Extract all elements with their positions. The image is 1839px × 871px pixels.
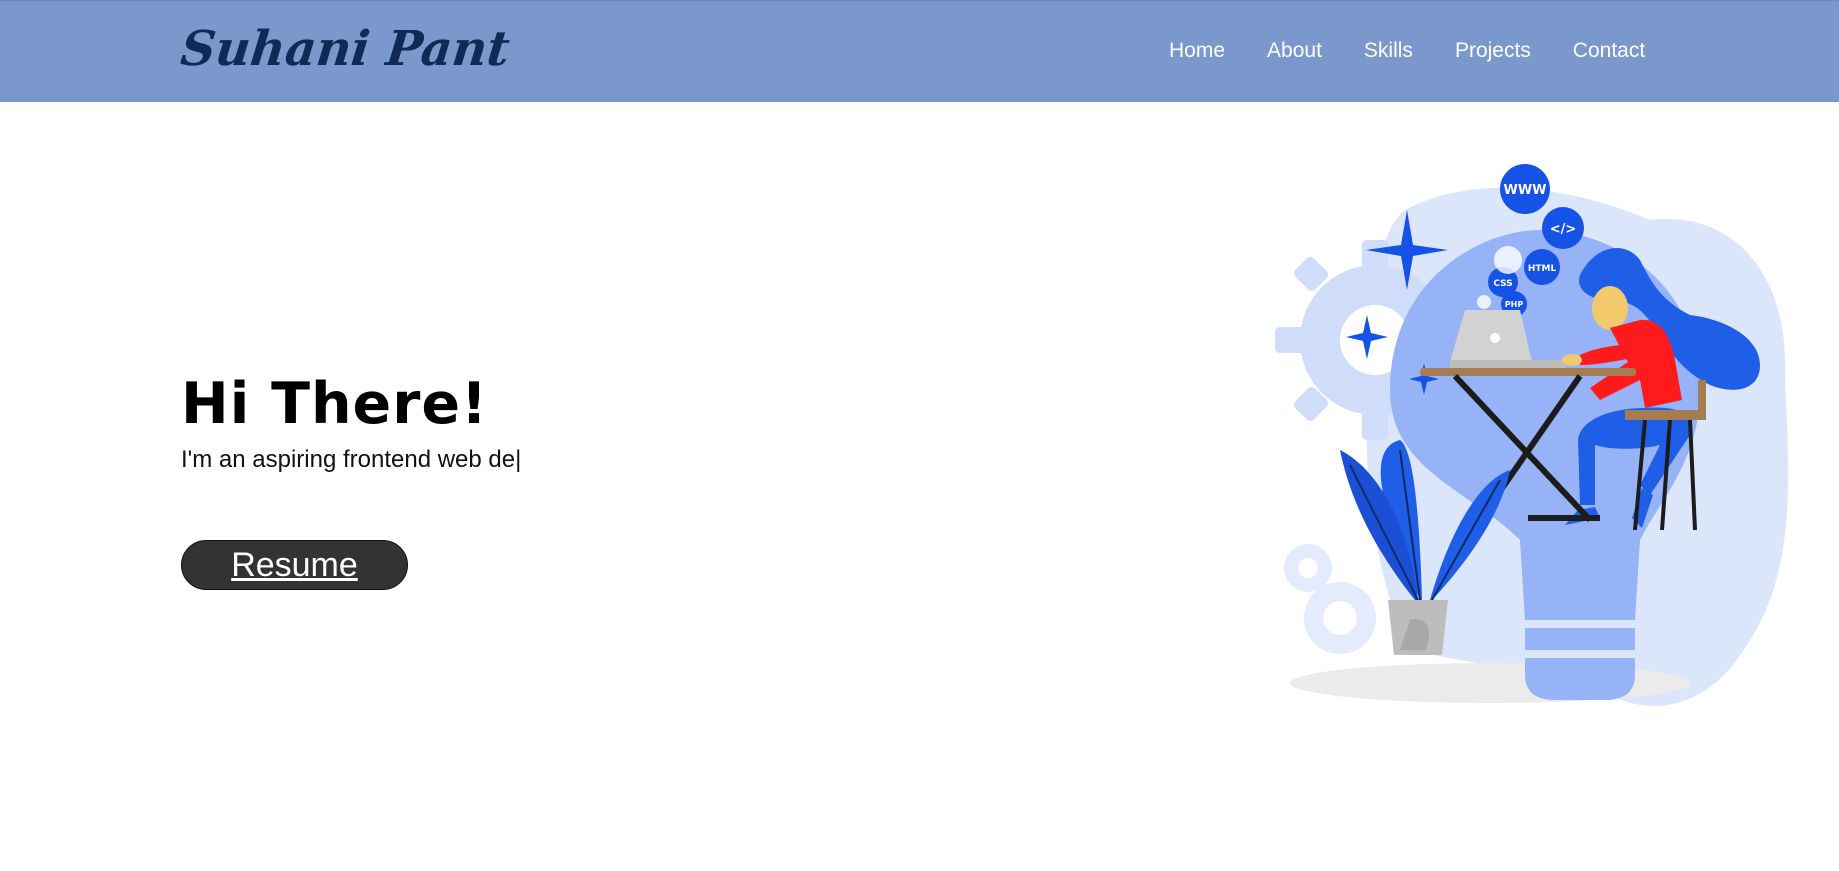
nav-about-link[interactable]: About [1267, 39, 1322, 63]
brand-logo[interactable]: Suhani Pant [178, 21, 512, 77]
resume-button-label: Resume [231, 545, 358, 584]
navbar: Suhani Pant Home About Skills Projects C… [0, 0, 1839, 102]
hand [1562, 354, 1582, 366]
badge-code: </> [1550, 222, 1577, 237]
badge-www: WWW [1503, 183, 1546, 198]
nav-projects-link[interactable]: Projects [1455, 39, 1531, 63]
face [1592, 286, 1628, 330]
badge-php: PHP [1505, 300, 1524, 309]
small-gear-icon [1284, 544, 1376, 654]
hero-typed-subtitle: I'm an aspiring frontend web de| [181, 446, 522, 473]
badge-html: HTML [1528, 264, 1557, 274]
hero-title: Hi There! [181, 371, 488, 437]
nav-contact-link[interactable]: Contact [1573, 39, 1645, 63]
resume-button[interactable]: Resume [181, 540, 408, 590]
badge-css: CSS [1493, 279, 1512, 289]
nav-links: Home About Skills Projects Contact [1169, 39, 1645, 63]
nav-home-link[interactable]: Home [1169, 39, 1225, 63]
developer-illustration: WWW </> HTML CSS PHP JS [1275, 164, 1789, 706]
nav-skills-link[interactable]: Skills [1364, 39, 1413, 63]
